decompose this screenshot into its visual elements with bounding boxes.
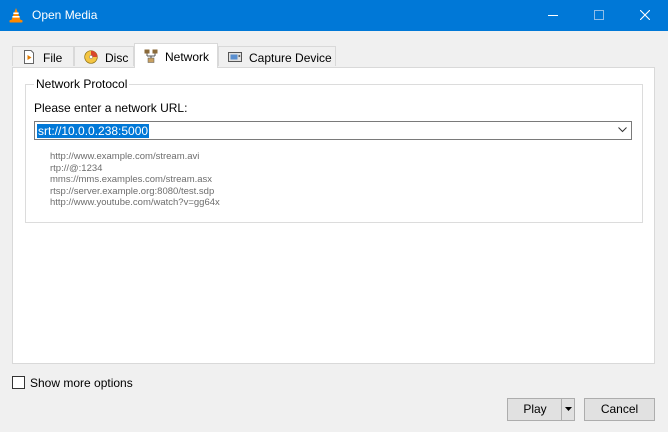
network-icon bbox=[144, 49, 158, 63]
close-button[interactable] bbox=[622, 0, 668, 31]
disc-icon bbox=[84, 50, 98, 64]
tab-disc[interactable]: Disc bbox=[74, 46, 134, 66]
tab-file[interactable]: File bbox=[12, 46, 74, 66]
group-title: Network Protocol bbox=[34, 77, 130, 91]
url-prompt-label: Please enter a network URL: bbox=[34, 101, 188, 115]
url-example: mms://mms.examples.com/stream.asx bbox=[50, 174, 213, 185]
tab-network-label: Network bbox=[165, 50, 210, 64]
minimize-icon bbox=[548, 15, 558, 16]
tab-file-label: File bbox=[43, 51, 63, 65]
network-protocol-group: Network Protocol Please enter a network … bbox=[25, 77, 643, 223]
cancel-button-label: Cancel bbox=[600, 402, 639, 416]
network-url-combobox[interactable]: srt://10.0.0.238:5000 bbox=[34, 121, 632, 140]
cancel-button[interactable]: Cancel bbox=[584, 398, 655, 421]
network-tab-panel: Network Protocol Please enter a network … bbox=[12, 67, 655, 364]
capture-device-icon bbox=[228, 52, 242, 62]
play-options-dropdown[interactable] bbox=[561, 398, 575, 421]
window-title: Open Media bbox=[32, 8, 98, 22]
url-examples: http://www.example.com/stream.avi rtp://… bbox=[50, 151, 220, 209]
tab-capture-device[interactable]: Capture Device bbox=[218, 46, 336, 66]
play-button[interactable]: Play bbox=[507, 398, 562, 421]
url-example: http://www.example.com/stream.avi bbox=[50, 151, 200, 162]
dropdown-arrow-icon bbox=[565, 407, 572, 411]
url-example: rtsp://server.example.org:8080/test.sdp bbox=[50, 185, 215, 197]
chevron-down-icon[interactable] bbox=[618, 127, 627, 133]
maximize-icon bbox=[594, 10, 604, 20]
vlc-cone-icon bbox=[9, 8, 23, 23]
url-example: rtp://@:1234 bbox=[50, 162, 103, 174]
show-more-options-checkbox[interactable] bbox=[12, 376, 25, 389]
close-icon bbox=[640, 10, 650, 20]
minimize-button[interactable] bbox=[530, 0, 576, 31]
title-bar: Open Media bbox=[0, 0, 668, 31]
network-url-value: srt://10.0.0.238:5000 bbox=[37, 124, 150, 138]
tab-capture-device-label: Capture Device bbox=[249, 51, 332, 65]
tab-network[interactable]: Network bbox=[134, 43, 218, 68]
url-example: http://www.youtube.com/watch?v=gg64x bbox=[50, 197, 220, 208]
maximize-button[interactable] bbox=[576, 0, 622, 31]
play-button-label: Play bbox=[523, 402, 547, 416]
tab-disc-label: Disc bbox=[105, 51, 129, 65]
show-more-options-label[interactable]: Show more options bbox=[30, 376, 133, 390]
file-icon bbox=[24, 50, 34, 64]
